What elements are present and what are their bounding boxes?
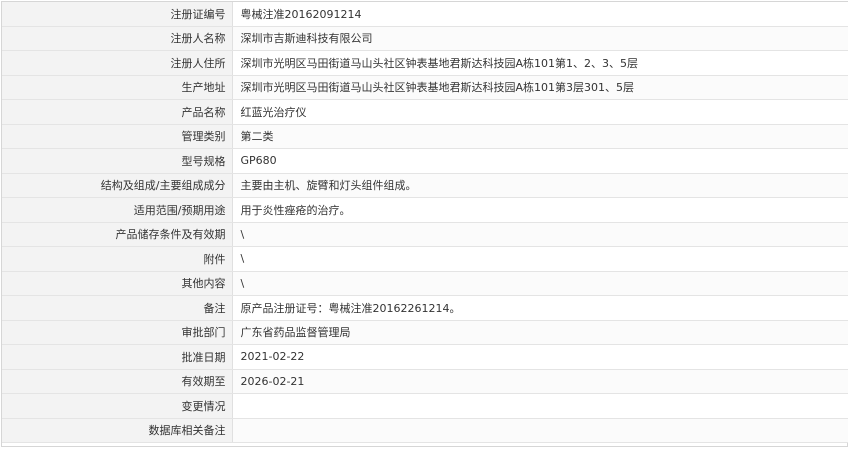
row-value: 用于炎性痤疮的治疗。 [232,197,848,223]
table-row: 其他内容 \ [2,271,848,296]
row-value: 2021-02-22 [232,344,848,370]
row-value: 深圳市光明区马田街道马山头社区钟表基地君斯达科技园A栋101第1、2、3、5层 [232,50,848,76]
table-row: 注册人名称 深圳市吉斯迪科技有限公司 [2,26,848,51]
row-label: 型号规格 [2,148,233,174]
table-row: 管理类别 第二类 [2,124,848,149]
row-label: 备注 [2,295,233,321]
row-label: 产品储存条件及有效期 [2,222,233,247]
table-row: 附件 \ [2,246,848,272]
registration-detail-table: 注册证编号 粤械注准20162091214 注册人名称 深圳市吉斯迪科技有限公司… [2,2,848,443]
row-value: \ [232,246,848,272]
row-label: 结构及组成/主要组成成分 [2,173,233,198]
row-value: GP680 [232,148,848,174]
row-value: 原产品注册证号：粤械注准20162261214。 [232,295,848,321]
row-label: 注册人名称 [2,26,233,51]
table-row: 结构及组成/主要组成成分 主要由主机、旋臂和灯头组件组成。 [2,173,848,198]
row-label: 注册人住所 [2,50,233,76]
row-value: 红蓝光治疗仪 [232,99,848,125]
row-value: 粤械注准20162091214 [232,2,848,27]
row-label: 有效期至 [2,369,233,394]
table-row: 注册证编号 粤械注准20162091214 [2,2,848,27]
row-label: 适用范围/预期用途 [2,197,233,223]
row-value: 2026-02-21 [232,369,848,394]
row-value: 广东省药品监督管理局 [232,320,848,345]
table-row: 型号规格 GP680 [2,148,848,174]
row-value: 第二类 [232,124,848,149]
row-label: 批准日期 [2,344,233,370]
table-row: 审批部门 广东省药品监督管理局 [2,320,848,345]
row-label: 数据库相关备注 [2,418,233,443]
row-label: 其他内容 [2,271,233,296]
table-row: 适用范围/预期用途 用于炎性痤疮的治疗。 [2,197,848,223]
row-label: 生产地址 [2,75,233,100]
table-row: 数据库相关备注 [2,418,848,443]
row-label: 管理类别 [2,124,233,149]
table-row: 产品名称 红蓝光治疗仪 [2,99,848,125]
row-value [232,418,848,443]
row-value: \ [232,271,848,296]
table-row: 变更情况 [2,393,848,419]
row-value: 深圳市光明区马田街道马山头社区钟表基地君斯达科技园A栋101第3层301、5层 [232,75,848,100]
row-label: 附件 [2,246,233,272]
table-row: 生产地址 深圳市光明区马田街道马山头社区钟表基地君斯达科技园A栋101第3层30… [2,75,848,100]
row-label: 注册证编号 [2,2,233,27]
table-row: 注册人住所 深圳市光明区马田街道马山头社区钟表基地君斯达科技园A栋101第1、2… [2,50,848,76]
row-value [232,393,848,419]
row-label: 审批部门 [2,320,233,345]
table-row: 产品储存条件及有效期 \ [2,222,848,247]
table-row: 有效期至 2026-02-21 [2,369,848,394]
table-row: 备注 原产品注册证号：粤械注准20162261214。 [2,295,848,321]
row-label: 产品名称 [2,99,233,125]
row-value: 深圳市吉斯迪科技有限公司 [232,26,848,51]
row-value: 主要由主机、旋臂和灯头组件组成。 [232,173,848,198]
row-label: 变更情况 [2,393,233,419]
table-row: 批准日期 2021-02-22 [2,344,848,370]
row-value: \ [232,222,848,247]
